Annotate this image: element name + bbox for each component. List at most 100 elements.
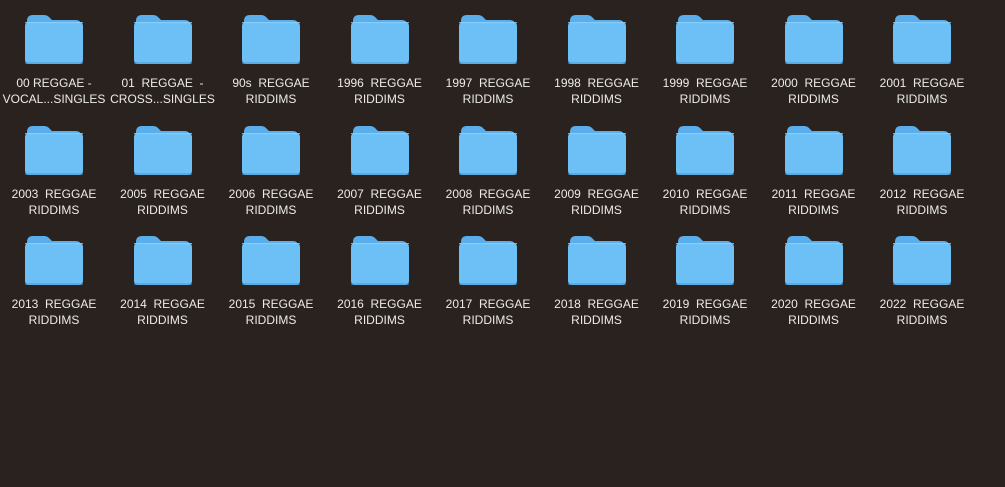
folder-label-line2: RIDDIMS — [354, 313, 405, 327]
folder-icon — [24, 13, 84, 65]
folder-icon — [350, 124, 410, 176]
folder-icon — [133, 124, 193, 176]
folder-label-line2: VOCAL...SINGLES — [2, 92, 106, 106]
folder-label-line1: 2017 REGGAE — [445, 297, 531, 311]
folder-label: 01 REGGAE - CROSS...SINGLES — [109, 75, 217, 107]
folder-item[interactable]: 1999 REGGAE RIDDIMS — [651, 13, 759, 117]
folder-item[interactable]: 2006 REGGAE RIDDIMS — [217, 124, 325, 228]
folder-item[interactable]: 2017 REGGAE RIDDIMS — [434, 234, 542, 338]
folder-icon — [567, 124, 627, 176]
folder-label-line2: RIDDIMS — [788, 202, 839, 217]
folder-label: 2006 REGGAE RIDDIMS — [217, 186, 325, 218]
folder-item[interactable]: 2014 REGGAE RIDDIMS — [109, 234, 217, 338]
folder-item[interactable]: 2019 REGGAE RIDDIMS — [651, 234, 759, 338]
folder-icon — [241, 234, 301, 286]
folder-icon — [892, 13, 952, 65]
folder-label: 2003 REGGAE RIDDIMS — [0, 186, 108, 218]
folder-label-line1: 2009 REGGAE — [554, 186, 639, 201]
folder-label: 1997 REGGAE RIDDIMS — [434, 75, 542, 107]
folder-item[interactable]: 2010 REGGAE RIDDIMS — [651, 124, 759, 228]
folder-label-line2: RIDDIMS — [245, 202, 297, 217]
folder-item[interactable]: 2008 REGGAE RIDDIMS — [434, 124, 542, 228]
folder-icon — [892, 234, 952, 286]
folder-label-line2: RIDDIMS — [137, 202, 188, 217]
folder-item[interactable]: 2007 REGGAE RIDDIMS — [326, 124, 434, 228]
folder-item[interactable]: 2013 REGGAE RIDDIMS — [0, 234, 108, 338]
folder-icon — [458, 13, 518, 65]
folder-item[interactable]: 01 REGGAE - CROSS...SINGLES — [109, 13, 217, 117]
folder-label-line1: 2007 REGGAE — [337, 186, 422, 201]
folder-item[interactable]: 1996 REGGAE RIDDIMS — [326, 13, 434, 117]
folder-label-line2: RIDDIMS — [354, 202, 405, 217]
folder-label-line2: RIDDIMS — [896, 92, 948, 106]
folder-icon — [458, 124, 518, 176]
folder-item[interactable]: 00 REGGAE - VOCAL...SINGLES — [0, 13, 108, 117]
folder-icon — [24, 234, 84, 286]
folder-label-line1: 2022 REGGAE — [879, 297, 965, 311]
folder-label-line2: RIDDIMS — [571, 202, 622, 217]
folder-label-line1: 2003 REGGAE — [11, 186, 97, 201]
folder-label-line2: RIDDIMS — [896, 313, 948, 327]
folder-label-line2: RIDDIMS — [571, 313, 622, 327]
folder-label: 2013 REGGAE RIDDIMS — [0, 296, 108, 328]
folder-label-line1: 1997 REGGAE — [445, 76, 531, 90]
folder-label: 90s REGGAE RIDDIMS — [217, 75, 325, 107]
folder-label-line1: 1999 REGGAE — [662, 76, 748, 90]
folder-label-line1: 2011 REGGAE — [771, 186, 856, 201]
folder-label: 2011 REGGAE RIDDIMS — [760, 186, 868, 218]
folder-label-line2: RIDDIMS — [462, 92, 514, 106]
folder-label-line2: RIDDIMS — [462, 202, 514, 217]
folder-icon — [567, 13, 627, 65]
folder-label-line2: RIDDIMS — [788, 313, 839, 327]
folder-label-line2: RIDDIMS — [896, 202, 948, 217]
folder-label-line2: RIDDIMS — [137, 313, 188, 327]
folder-label: 2014 REGGAE RIDDIMS — [109, 296, 217, 328]
folder-label: 1999 REGGAE RIDDIMS — [651, 75, 759, 107]
folder-label: 2022 REGGAE RIDDIMS — [868, 296, 976, 328]
folder-label: 2010 REGGAE RIDDIMS — [651, 186, 759, 218]
folder-label-line2: RIDDIMS — [462, 313, 514, 327]
folder-item[interactable]: 2001 REGGAE RIDDIMS — [868, 13, 976, 117]
folder-label-line2: RIDDIMS — [245, 313, 297, 327]
folder-item[interactable]: 90s REGGAE RIDDIMS — [217, 13, 325, 117]
folder-label-line1: 2020 REGGAE — [771, 297, 856, 311]
folder-grid: 00 REGGAE - VOCAL...SINGLES 01 REGGAE - CRO… — [0, 0, 1005, 487]
folder-label-line1: 2005 REGGAE — [120, 186, 205, 201]
folder-label: 00 REGGAE - VOCAL...SINGLES — [0, 75, 108, 107]
folder-icon — [350, 234, 410, 286]
folder-item[interactable]: 1998 REGGAE RIDDIMS — [543, 13, 651, 117]
folder-icon — [784, 124, 844, 176]
folder-item[interactable]: 2018 REGGAE RIDDIMS — [543, 234, 651, 338]
folder-icon — [784, 234, 844, 286]
folder-item[interactable]: 2000 REGGAE RIDDIMS — [760, 13, 868, 117]
folder-label-line1: 90s REGGAE — [232, 76, 310, 90]
folder-icon — [675, 13, 735, 65]
folder-label-line2: RIDDIMS — [788, 92, 839, 106]
folder-item[interactable]: 2020 REGGAE RIDDIMS — [760, 234, 868, 338]
folder-label-line1: 2000 REGGAE — [771, 76, 856, 90]
folder-label-line1: 2010 REGGAE — [662, 186, 748, 201]
folder-label-line2: RIDDIMS — [679, 92, 731, 106]
folder-label-line1: 00 REGGAE - — [16, 76, 92, 90]
folder-item[interactable]: 2011 REGGAE RIDDIMS — [760, 124, 868, 228]
folder-item[interactable]: 2015 REGGAE RIDDIMS — [217, 234, 325, 338]
folder-label-line1: 2006 REGGAE — [228, 186, 314, 201]
folder-icon — [784, 13, 844, 65]
folder-item[interactable]: 2009 REGGAE RIDDIMS — [543, 124, 651, 228]
folder-item[interactable]: 2003 REGGAE RIDDIMS — [0, 124, 108, 228]
folder-item[interactable]: 2005 REGGAE RIDDIMS — [109, 124, 217, 228]
folder-label: 2001 REGGAE RIDDIMS — [868, 75, 976, 107]
folder-icon — [567, 234, 627, 286]
folder-item[interactable]: 2012 REGGAE RIDDIMS — [868, 124, 976, 228]
folder-item[interactable]: 2016 REGGAE RIDDIMS — [326, 234, 434, 338]
folder-label-line2: RIDDIMS — [354, 92, 405, 106]
folder-item[interactable]: 1997 REGGAE RIDDIMS — [434, 13, 542, 117]
folder-label-line1: 01 REGGAE - — [121, 76, 204, 90]
folder-icon — [892, 124, 952, 176]
folder-label: 2016 REGGAE RIDDIMS — [326, 296, 434, 328]
folder-label-line1: 2015 REGGAE — [228, 297, 314, 311]
folder-item[interactable]: 2022 REGGAE RIDDIMS — [868, 234, 976, 338]
folder-label: 2018 REGGAE RIDDIMS — [543, 296, 651, 328]
folder-label-line2: RIDDIMS — [679, 202, 731, 217]
folder-icon — [241, 124, 301, 176]
